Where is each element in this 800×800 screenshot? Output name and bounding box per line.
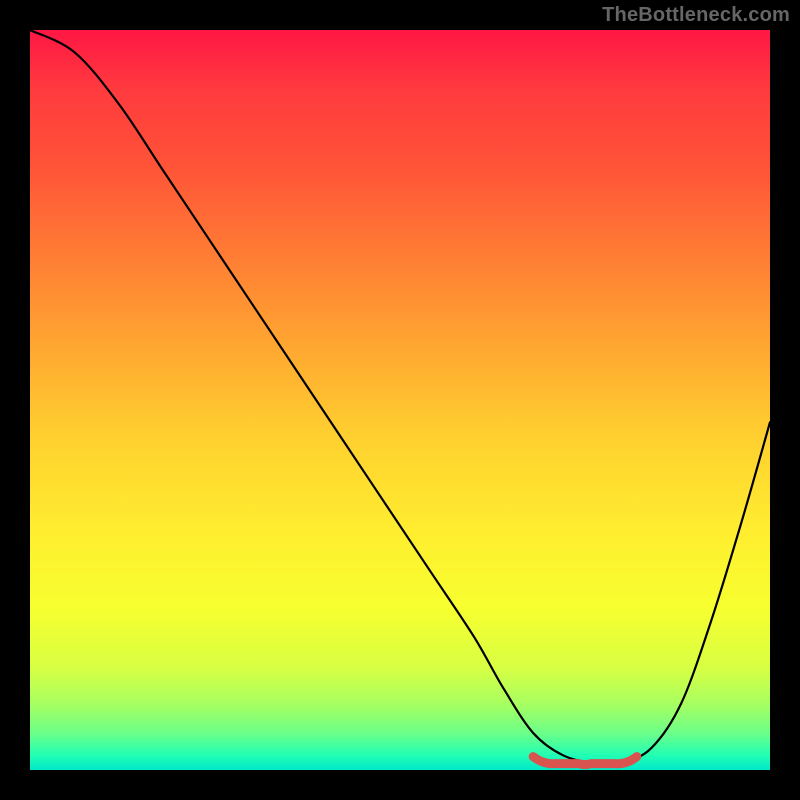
optimal-range-marker [533,757,637,765]
chart-svg-layer [30,30,770,770]
bottleneck-curve-path [30,30,770,764]
watermark-text: TheBottleneck.com [602,4,790,27]
chart-plot-area [30,30,770,770]
